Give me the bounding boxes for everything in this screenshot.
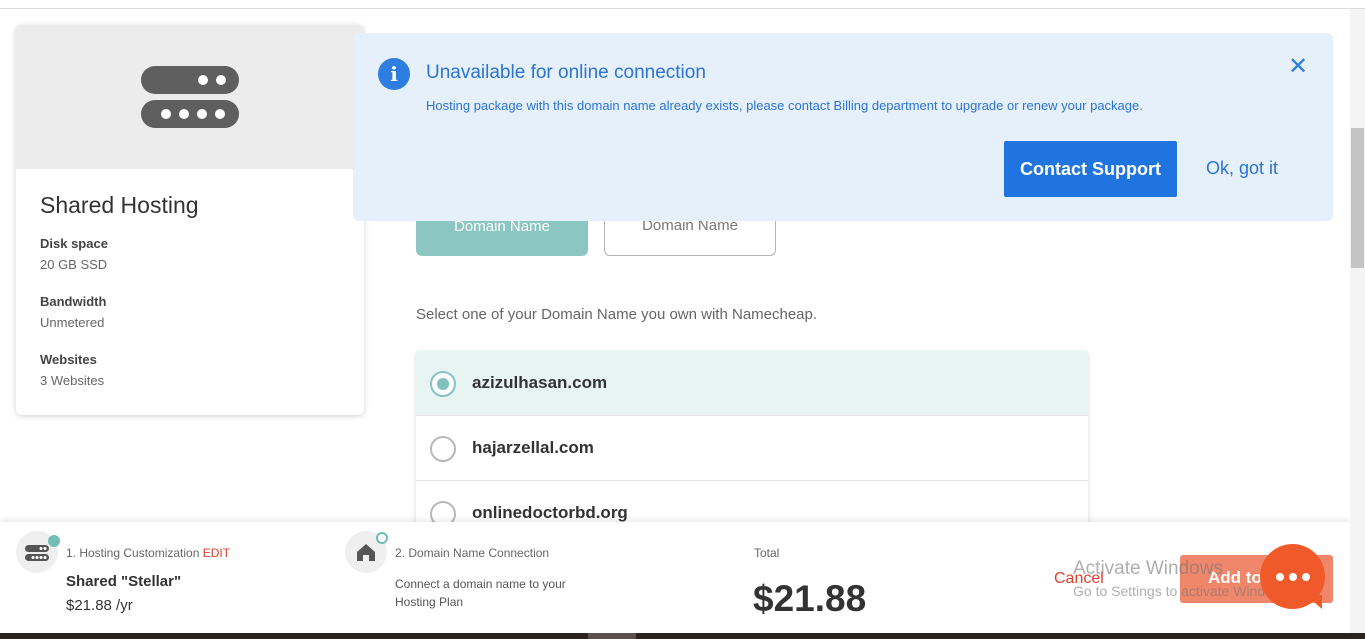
alert-title: Unavailable for online connection <box>426 62 706 83</box>
spec-label-websites: Websites <box>40 352 97 367</box>
domain-list: azizulhasan.com hajarzellal.com onlinedo… <box>416 351 1088 526</box>
product-card: Shared Hosting Disk space 20 GB SSD Band… <box>16 25 364 415</box>
plan-price: $21.88 /yr <box>66 597 133 614</box>
radio-unselected[interactable] <box>430 436 456 462</box>
top-border <box>0 0 1365 9</box>
close-icon[interactable]: ✕ <box>1288 55 1308 79</box>
check-badge-icon <box>48 535 60 547</box>
chat-dot <box>1288 572 1297 581</box>
step2-label: 2. Domain Name Connection <box>395 546 550 560</box>
server-icon <box>141 66 239 128</box>
domain-name: onlinedoctorbd.org <box>472 503 628 522</box>
pending-badge-icon <box>376 532 388 544</box>
total-value: $21.88 <box>753 578 867 619</box>
alert-message: Hosting package with this domain name al… <box>426 98 1143 113</box>
product-title: Shared Hosting <box>40 192 199 218</box>
edit-link[interactable]: EDIT <box>203 546 230 560</box>
domain-option[interactable]: azizulhasan.com <box>416 351 1088 416</box>
step1-label-text: 1. Hosting Customization <box>66 546 200 560</box>
scrollbar-thumb[interactable] <box>1351 128 1364 268</box>
step2-description: Connect a domain name to your Hosting Pl… <box>395 577 566 609</box>
domain-name: azizulhasan.com <box>472 373 608 392</box>
chat-icon[interactable] <box>1260 544 1325 609</box>
total-label: Total <box>754 546 780 560</box>
domain-option[interactable]: hajarzellal.com <box>416 416 1088 481</box>
spec-value-websites: 3 Websites <box>40 373 105 388</box>
taskbar <box>0 633 1365 639</box>
unavailable-alert: i Unavailable for online connection Host… <box>353 33 1333 221</box>
info-icon: i <box>378 58 410 90</box>
scrollbar-track[interactable] <box>1350 9 1365 633</box>
windows-watermark-title: Activate Windows <box>1073 558 1223 579</box>
select-domain-instruction: Select one of your Domain Name you own w… <box>416 306 818 323</box>
chat-dot <box>1275 572 1284 581</box>
chat-dot <box>1301 572 1310 581</box>
checkout-bar: 1. Hosting Customization EDIT Shared "St… <box>0 522 1350 633</box>
ok-got-it-button[interactable]: Ok, got it <box>1206 158 1278 179</box>
spec-label-bandwidth: Bandwidth <box>40 294 107 309</box>
step1-label: 1. Hosting Customization EDIT <box>66 546 230 560</box>
spec-label-disk: Disk space <box>40 236 108 251</box>
radio-selected[interactable] <box>430 371 456 397</box>
plan-name: Shared "Stellar" <box>66 573 182 590</box>
taskbar-item[interactable] <box>588 633 636 639</box>
domain-name: hajarzellal.com <box>472 438 594 457</box>
spec-value-disk: 20 GB SSD <box>40 257 108 272</box>
contact-support-button[interactable]: Contact Support <box>1004 141 1177 197</box>
product-card-hero <box>16 25 364 169</box>
domain-option[interactable]: onlinedoctorbd.org <box>416 481 1088 526</box>
spec-value-bandwidth: Unmetered <box>40 315 105 330</box>
